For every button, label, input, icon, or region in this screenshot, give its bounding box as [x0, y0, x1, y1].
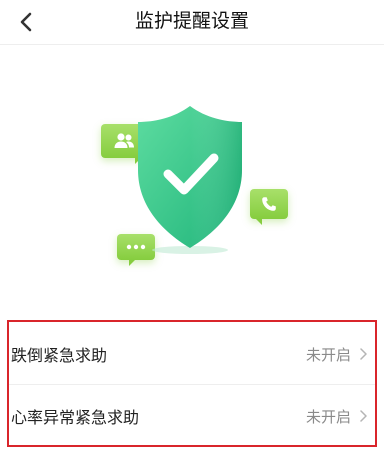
shield-check-icon	[138, 106, 242, 254]
heart-rate-emergency-label: 心率异常紧急求助	[11, 408, 140, 427]
fall-emergency-label: 跌倒紧急求助	[11, 346, 108, 365]
heart-rate-emergency-item[interactable]: 心率异常紧急求助 未开启	[9, 386, 375, 446]
emergency-settings-list: 跌倒紧急求助 未开启 心率异常紧急求助 未开启	[7, 320, 377, 447]
page-title: 监护提醒设置	[134, 10, 249, 32]
chevron-right-icon	[360, 410, 367, 422]
phone-icon	[262, 197, 276, 211]
fall-emergency-status: 未开启	[305, 345, 351, 364]
phone-bubble	[250, 189, 288, 225]
chevron-right-icon	[360, 348, 367, 360]
protection-illustration	[90, 100, 300, 275]
header-bar: 监护提醒设置	[0, 0, 384, 45]
heart-rate-emergency-status: 未开启	[305, 407, 351, 426]
fall-emergency-item[interactable]: 跌倒紧急求助 未开启	[9, 324, 375, 385]
